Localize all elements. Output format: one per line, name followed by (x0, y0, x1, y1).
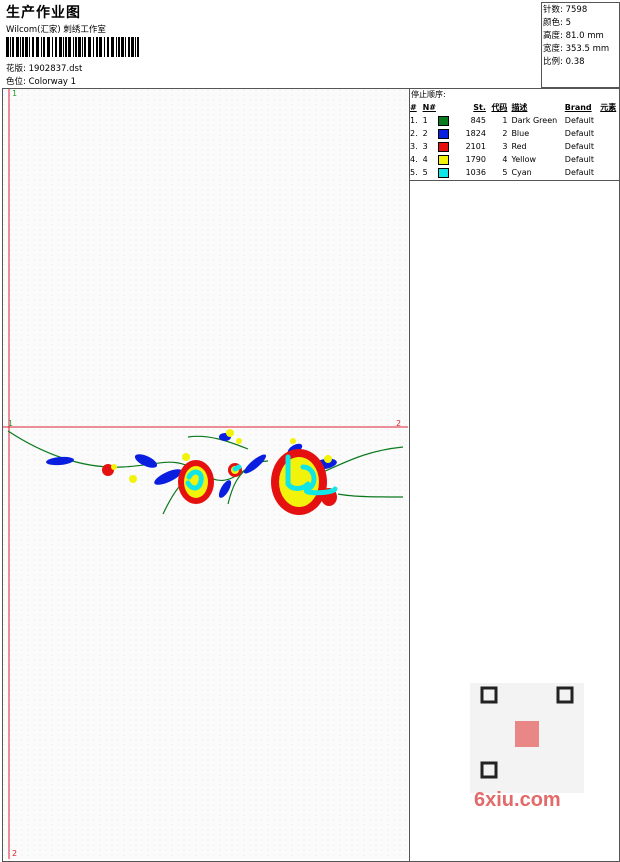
watermark-site: 6xiu.com (474, 789, 561, 811)
design-label: 花版: (6, 64, 26, 74)
studio-name: Wilcom(汇家) 刺绣工作室 (6, 25, 106, 35)
col-element: 元素 (600, 103, 617, 112)
stat-height: 高度: 81.0 mm (543, 31, 604, 41)
watermark-logo: 6xiu.com (470, 683, 584, 818)
design-canvas (3, 89, 408, 859)
stat-stitches: 针数: 7598 (543, 5, 588, 15)
stats-list: 针数: 7598 颜色: 5 高度: 81.0 mm 宽度: 353.5 mm … (543, 4, 609, 69)
table-row: 4. 4 1790 4 Yellow Default (410, 154, 595, 165)
col-code: 代码 (491, 103, 508, 112)
colorway-label: 色位: (6, 77, 26, 87)
table-row: 3. 3 2101 3 Red Default (410, 141, 595, 152)
color-swatch (438, 141, 450, 152)
guide-label-bottom-left: 2 (12, 849, 18, 858)
stop-sequence-table: # N# St. 代码 描述 Brand 元素 1. 1 845 1 Dark G… (410, 101, 620, 179)
color-swatch (438, 128, 450, 139)
seal-icon (515, 721, 539, 747)
table-row: 2. 2 1824 2 Blue Default (410, 128, 595, 139)
design-file: 花版: 1902837.dst (6, 62, 82, 74)
colorway: 色位: Colorway 1 (6, 75, 76, 87)
page-title: 生产作业图 (6, 5, 81, 21)
col-brand: Brand (564, 103, 592, 112)
panel-divider (409, 180, 619, 181)
col-no: N# (422, 103, 436, 112)
table-row: 1. 1 845 1 Dark Green Default (410, 115, 595, 126)
stat-width: 宽度: 353.5 mm (543, 44, 610, 54)
barcode (6, 37, 139, 57)
color-swatch (438, 167, 450, 178)
guide-label-mid-right: 2 (396, 419, 402, 428)
design-value: 1902837.dst (28, 64, 83, 74)
col-desc: 描述 (511, 103, 528, 112)
col-st: St. (473, 103, 486, 112)
color-swatch (438, 154, 450, 165)
stat-scale: 比例: 0.38 (543, 57, 585, 67)
guide-label-mid-left: 1 (8, 419, 14, 428)
stat-colors: 颜色: 5 (543, 18, 572, 28)
colorway-value: Colorway 1 (28, 77, 77, 87)
stop-sequence-title: 停止顺序: (411, 90, 446, 99)
col-num: # (410, 103, 417, 112)
color-swatch (438, 115, 450, 126)
guide-label-top-left: 1 (12, 89, 18, 98)
table-header: # N# St. 代码 描述 Brand 元素 (410, 101, 620, 114)
table-row: 5. 5 1036 5 Cyan Default (410, 167, 595, 178)
